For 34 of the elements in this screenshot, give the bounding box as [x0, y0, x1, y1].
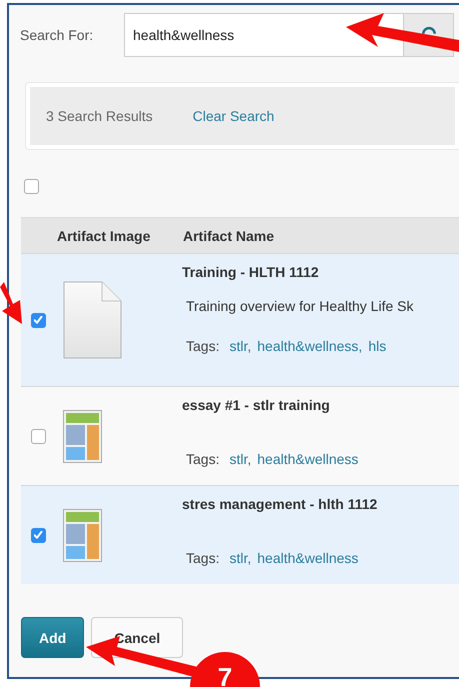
tags-label: Tags:: [186, 550, 220, 566]
tag-link[interactable]: stlr,: [229, 550, 252, 566]
column-header: Artifact Name: [183, 228, 274, 244]
search-icon: [422, 26, 436, 34]
checkbox[interactable]: [31, 312, 46, 328]
table-row[interactable]: stres management - hlth 1112 Tags: stlr, health&wellness: [21, 485, 459, 584]
artifact-name: stres management - hlth 1112: [182, 496, 378, 512]
tag-link[interactable]: health&wellness: [257, 451, 358, 467]
tags-label: Tags:: [186, 338, 220, 354]
check-icon: [34, 316, 43, 324]
artifact-description: Training overview for Healthy Life Sk: [185, 298, 414, 314]
tag-link[interactable]: health&wellness,: [257, 338, 362, 354]
checkbox[interactable]: [24, 179, 39, 194]
artifact-name: Training - HLTH 1112: [182, 264, 320, 280]
annotation-arrow: [0, 282, 22, 324]
tags-label: Tags:: [186, 451, 220, 467]
layout-thumbnail-icon: [63, 410, 102, 462]
results-count: 3 Search Results: [46, 108, 153, 124]
checkbox[interactable]: [31, 528, 46, 542]
table-row[interactable]: Training - HLTH 1112 Training overview for Healthy Life Sk Tags: stlr, health&wellness, hls: [21, 253, 459, 386]
add-button[interactable]: Add: [21, 617, 84, 658]
tag-link[interactable]: health&wellness: [257, 550, 358, 566]
clear-search-link[interactable]: Clear Search: [192, 108, 274, 124]
search-label: Search For:: [20, 27, 94, 43]
tag-link[interactable]: stlr,: [229, 338, 252, 354]
artifact-name: essay #1 - stlr training: [182, 397, 331, 413]
document-icon: [63, 281, 122, 359]
search-field[interactable]: health&wellness: [124, 13, 404, 57]
checkbox[interactable]: [31, 428, 46, 444]
tag-link[interactable]: stlr,: [229, 451, 252, 467]
column-header: Artifact Image: [57, 228, 152, 244]
check-icon: [34, 531, 43, 539]
layout-thumbnail-icon: [63, 508, 102, 562]
tag-link[interactable]: hls: [368, 338, 386, 354]
